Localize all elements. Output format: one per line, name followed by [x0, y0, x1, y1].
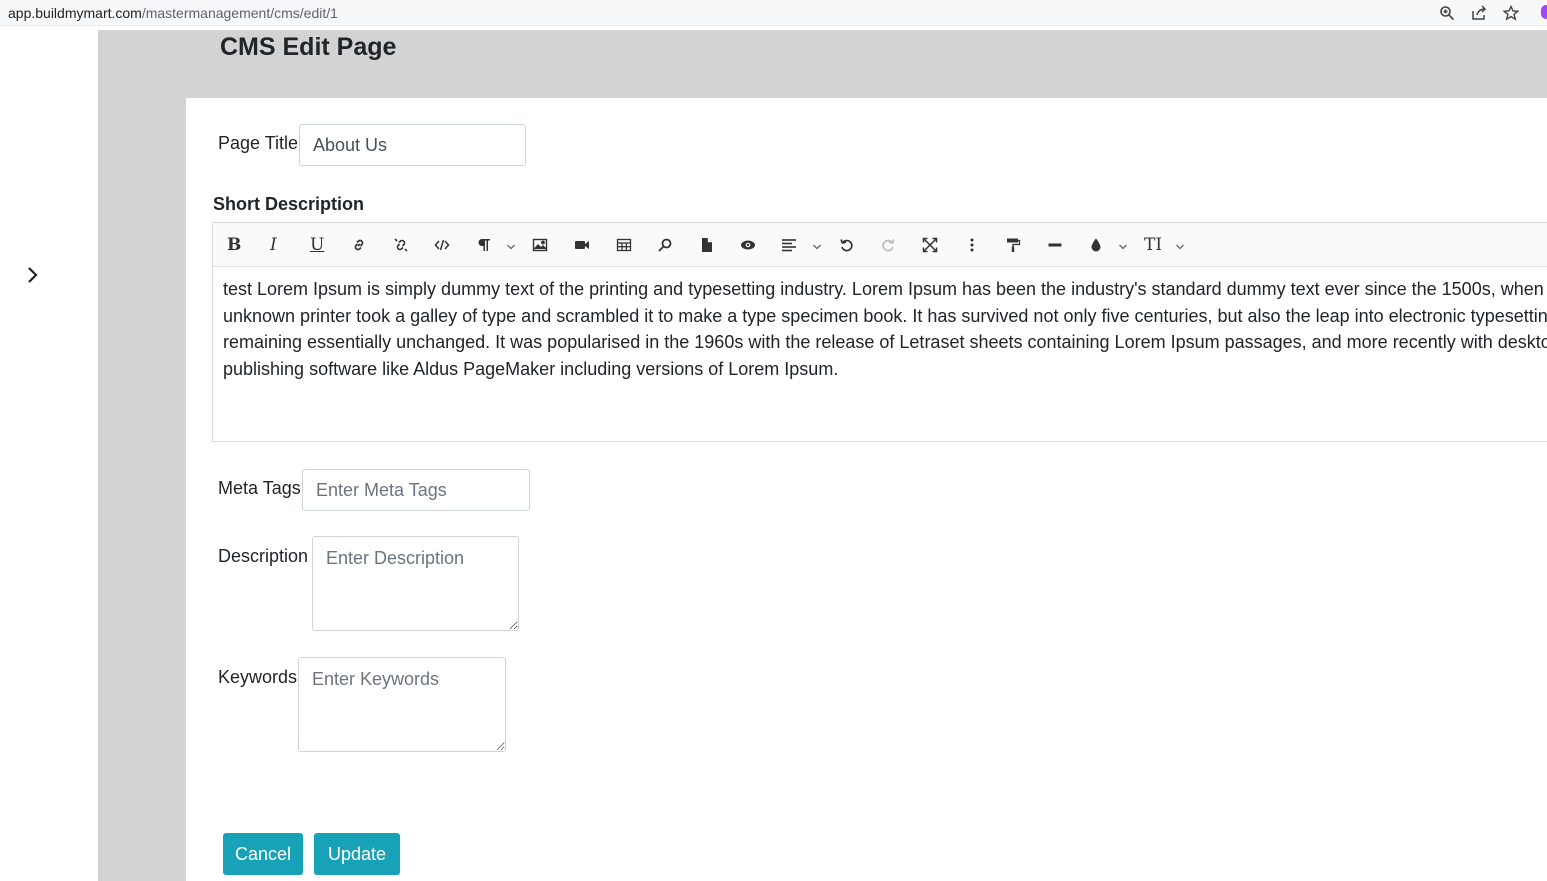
- keywords-textarea[interactable]: [298, 657, 506, 752]
- file-icon: [702, 238, 712, 252]
- zoom-icon[interactable]: [1437, 3, 1457, 23]
- insert-link-button[interactable]: [351, 233, 367, 257]
- unlink-button[interactable]: [393, 233, 409, 257]
- url-path: /mastermanagement/cms/edit/1: [141, 5, 338, 21]
- vertical-dots-icon: [970, 238, 974, 252]
- url-host: app.buildmymart.com: [8, 5, 142, 21]
- code-icon: [434, 239, 450, 251]
- extension-icon[interactable]: [1541, 5, 1547, 19]
- align-dropdown-caret[interactable]: [812, 239, 822, 250]
- chevron-down-icon: [1119, 244, 1127, 250]
- paint-roller-icon: [1007, 238, 1021, 252]
- underline-label: U: [310, 234, 325, 255]
- paragraph-icon: [478, 239, 490, 251]
- find-button[interactable]: [657, 233, 673, 257]
- share-icon[interactable]: [1469, 3, 1489, 23]
- keywords-label: Keywords: [218, 667, 298, 687]
- format-painter-button[interactable]: [1005, 233, 1021, 257]
- rich-text-editor[interactable]: B I U TI test Lorem Ipsum is simply dumm…: [212, 222, 1547, 442]
- chevron-down-icon: [813, 244, 821, 250]
- align-left-icon: [782, 239, 796, 252]
- more-options-button[interactable]: [964, 233, 980, 257]
- search-icon: [658, 238, 672, 252]
- paragraph-dropdown-caret[interactable]: [506, 239, 516, 250]
- short-description-label: Short Description: [213, 194, 365, 214]
- link-icon: [354, 239, 364, 251]
- italic-label: I: [270, 234, 277, 255]
- cancel-button[interactable]: Cancel: [223, 833, 303, 875]
- table-icon: [616, 238, 632, 252]
- chevron-right-icon: [28, 267, 38, 283]
- insert-video-button[interactable]: [574, 233, 590, 257]
- fullscreen-button[interactable]: [922, 233, 938, 257]
- browser-actions: [1437, 3, 1521, 23]
- browser-address-bar[interactable]: app.buildmymart.com/mastermanagement/cms…: [0, 0, 1547, 26]
- cms-edit-card: Page Title Short Description B I U: [186, 98, 1547, 881]
- eye-icon: [741, 240, 755, 250]
- description-label: Description: [218, 546, 309, 566]
- page-title-input[interactable]: [299, 124, 526, 166]
- undo-button[interactable]: [839, 233, 855, 257]
- unlink-icon: [394, 238, 408, 252]
- meta-tags-label: Meta Tags: [218, 478, 301, 498]
- align-button[interactable]: [781, 233, 797, 257]
- font-size-label: TI: [1144, 234, 1163, 255]
- bookmark-star-icon[interactable]: [1501, 3, 1521, 23]
- undo-icon: [840, 239, 853, 252]
- chevron-down-icon: [1176, 244, 1184, 250]
- bold-button[interactable]: B: [227, 233, 241, 257]
- meta-tags-input[interactable]: [302, 469, 530, 511]
- text-color-button[interactable]: [1088, 233, 1104, 257]
- page-title: CMS Edit Page: [220, 33, 397, 61]
- horizontal-rule-button[interactable]: [1047, 233, 1063, 257]
- underline-button[interactable]: U: [310, 233, 324, 257]
- font-size-dropdown-caret[interactable]: [1175, 239, 1185, 250]
- main-content: CMS Edit Page Page Title Short Descripti…: [98, 30, 1547, 881]
- insert-file-button[interactable]: [699, 233, 715, 257]
- page-title-label: Page Title: [218, 133, 299, 153]
- sidebar-expand-button[interactable]: [22, 262, 44, 288]
- description-textarea[interactable]: [312, 536, 519, 631]
- redo-button[interactable]: [880, 233, 896, 257]
- fullscreen-icon: [922, 237, 938, 253]
- sidebar: [0, 30, 98, 881]
- url-text[interactable]: app.buildmymart.com/mastermanagement/cms…: [8, 5, 338, 21]
- color-drop-icon: [1091, 238, 1101, 252]
- text-color-dropdown-caret[interactable]: [1118, 239, 1128, 250]
- chevron-down-icon: [507, 244, 515, 250]
- insert-table-button[interactable]: [616, 233, 632, 257]
- video-camera-icon: [575, 241, 589, 249]
- italic-button[interactable]: I: [270, 233, 277, 257]
- font-size-button[interactable]: TI: [1144, 233, 1162, 257]
- bold-label: B: [227, 234, 242, 255]
- paragraph-format-button[interactable]: [476, 233, 492, 257]
- preview-button[interactable]: [740, 233, 756, 257]
- image-icon: [532, 238, 548, 252]
- insert-image-button[interactable]: [532, 233, 548, 257]
- editor-toolbar: B I U TI: [213, 223, 1547, 267]
- update-button[interactable]: Update: [314, 833, 400, 875]
- horizontal-rule-icon: [1048, 243, 1062, 247]
- code-view-button[interactable]: [434, 233, 450, 257]
- redo-icon: [882, 239, 895, 252]
- editor-content-area[interactable]: test Lorem Ipsum is simply dummy text of…: [223, 276, 1547, 382]
